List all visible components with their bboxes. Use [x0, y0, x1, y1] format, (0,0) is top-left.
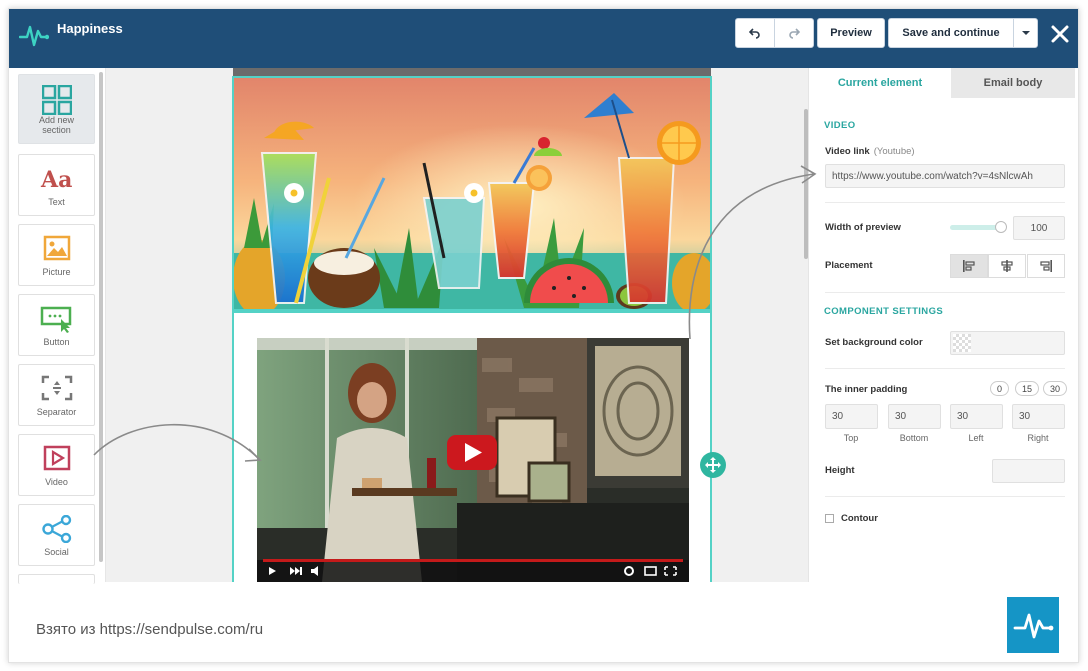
previous-block-edge: [233, 68, 711, 76]
sidebar-item-label: Text: [48, 197, 65, 207]
button-cursor-icon: [40, 306, 71, 333]
width-value-input[interactable]: 100: [1013, 216, 1065, 240]
placement-label: Placement: [825, 260, 873, 271]
text-aa-icon: Aa: [40, 167, 72, 191]
svg-text:Aa: Aa: [40, 167, 72, 191]
width-slider[interactable]: [950, 221, 1007, 233]
contour-label: Contour: [841, 513, 878, 524]
video-link-sub: (Youtube): [873, 146, 915, 157]
align-right-button[interactable]: [1027, 254, 1065, 278]
divider: [825, 202, 1065, 203]
padding-right-input[interactable]: 30: [1012, 404, 1065, 429]
sidebar-item-label: Social: [44, 547, 69, 557]
sidebar-scrollbar[interactable]: [99, 72, 103, 562]
undo-button[interactable]: [735, 18, 775, 48]
sidebar-item-social[interactable]: Social: [18, 504, 95, 566]
align-left-button[interactable]: [950, 254, 988, 278]
video-play-icon: [43, 445, 70, 471]
background-color-picker[interactable]: [950, 331, 1065, 355]
tab-email-body[interactable]: Email body: [951, 68, 1075, 98]
video-link-label: Video link (Youtube): [825, 146, 915, 157]
sidebar-item-label: Video: [45, 477, 68, 487]
save-and-continue-button[interactable]: Save and continue: [888, 18, 1014, 48]
padding-top-input[interactable]: 30: [825, 404, 878, 429]
divider: [825, 292, 1065, 293]
separator-icon: [41, 375, 72, 401]
move-arrows-icon: [705, 457, 721, 473]
move-block-handle[interactable]: [700, 452, 726, 478]
pulse-logo-icon: [1013, 613, 1054, 639]
email-canvas: [106, 68, 808, 582]
chevron-down-icon: [1021, 31, 1030, 35]
undo-icon: [749, 28, 760, 39]
padding-preset-0[interactable]: 0: [990, 381, 1009, 396]
width-slider-handle[interactable]: [995, 221, 1007, 233]
inner-padding-label: The inner padding: [825, 384, 908, 395]
share-icon: [41, 515, 71, 543]
padding-bottom-input[interactable]: 30: [888, 404, 941, 429]
sidebar-item-add-section[interactable]: Add new section: [18, 74, 95, 144]
video-link-label-text: Video link: [825, 146, 870, 157]
sidebar-item-more[interactable]: [18, 574, 95, 584]
pulse-logo-icon: [19, 25, 49, 47]
source-caption: Взято из https://sendpulse.com/ru: [36, 621, 264, 638]
settings-panel: Current element Email body VIDEO Video l…: [808, 68, 1078, 582]
video-preview-frame: [257, 338, 689, 582]
height-label: Height: [825, 465, 855, 476]
background-color-label: Set background color: [825, 337, 923, 348]
component-settings-title: COMPONENT SETTINGS: [824, 306, 944, 317]
sidebar-item-picture[interactable]: Picture: [18, 224, 95, 286]
image-block[interactable]: [232, 76, 712, 311]
sidebar-item-separator[interactable]: Separator: [18, 364, 95, 426]
padding-left-input[interactable]: 30: [950, 404, 1003, 429]
video-link-input[interactable]: https://www.youtube.com/watch?v=4sNlcwAh: [825, 164, 1065, 188]
width-of-preview-label: Width of preview: [825, 222, 901, 233]
grid-icon: [41, 85, 72, 115]
sidebar-item-label: Button: [43, 337, 70, 347]
picture-icon: [43, 235, 70, 261]
padding-left-label: Left: [968, 433, 984, 443]
padding-preset-15[interactable]: 15: [1015, 381, 1039, 396]
align-center-icon: [1001, 260, 1013, 272]
top-bar: Happiness Preview Save and continue: [9, 9, 1078, 68]
sidebar-item-label: Picture: [42, 267, 71, 277]
editor-window: Happiness Preview Save and continue Add …: [8, 8, 1079, 663]
sidebar-item-video[interactable]: Video: [18, 434, 95, 496]
padding-preset-30[interactable]: 30: [1043, 381, 1067, 396]
video-thumbnail[interactable]: [257, 338, 689, 582]
close-icon[interactable]: [1048, 22, 1072, 46]
tab-current-element[interactable]: Current element: [809, 68, 951, 98]
align-right-icon: [1040, 260, 1052, 272]
preview-button[interactable]: Preview: [817, 18, 885, 48]
padding-right-label: Right: [1027, 433, 1049, 443]
placement-group: [950, 254, 1066, 278]
transparent-swatch: [953, 334, 971, 352]
redo-button[interactable]: [774, 18, 814, 48]
padding-top-label: Top: [843, 433, 859, 443]
blocks-sidebar: Add new section Aa Text Picture Button S…: [9, 68, 106, 584]
video-block[interactable]: [232, 311, 712, 582]
contour-checkbox[interactable]: [825, 514, 834, 523]
video-section-title: VIDEO: [824, 120, 856, 131]
align-center-button[interactable]: [988, 254, 1026, 278]
save-options-dropdown[interactable]: [1013, 18, 1038, 48]
sendpulse-logo: [1007, 597, 1059, 653]
padding-bottom-label: Bottom: [899, 433, 929, 443]
redo-icon: [789, 28, 800, 39]
sidebar-item-text[interactable]: Aa Text: [18, 154, 95, 216]
divider: [825, 368, 1065, 369]
tropical-cocktails-image: [234, 78, 710, 309]
campaign-title: Happiness: [57, 21, 123, 36]
sidebar-item-button[interactable]: Button: [18, 294, 95, 356]
sidebar-item-label: Add new section: [38, 115, 75, 135]
padding-presets: 0 15 30: [990, 381, 1070, 397]
height-input[interactable]: [992, 459, 1065, 483]
sidebar-item-label: Separator: [36, 407, 77, 417]
divider: [825, 496, 1065, 497]
align-left-icon: [963, 260, 975, 272]
